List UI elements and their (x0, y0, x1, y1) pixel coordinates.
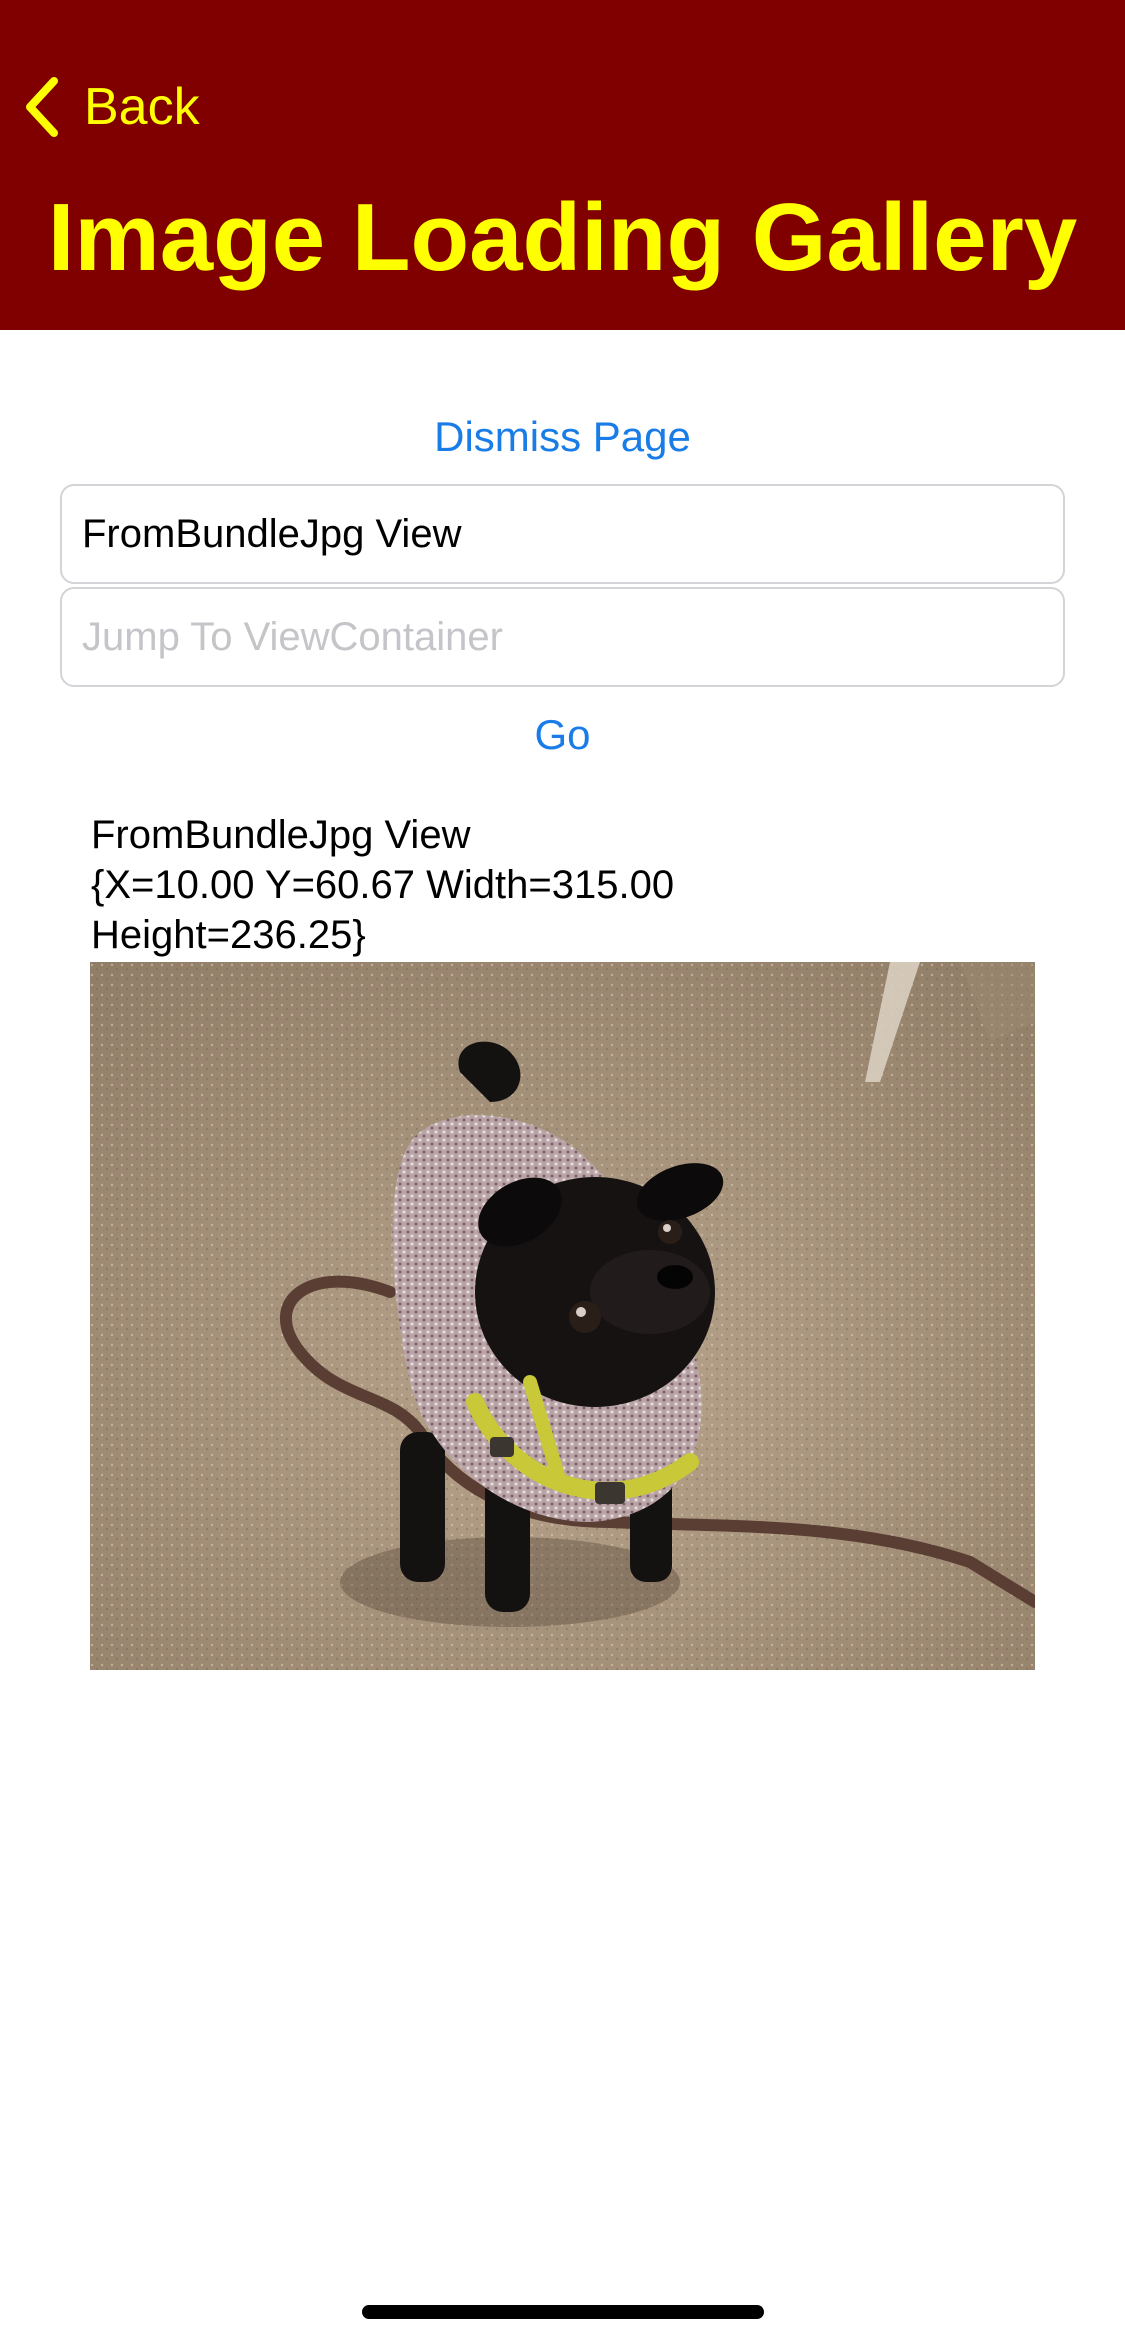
view-info: FromBundleJpg View {X=10.00 Y=60.67 Widt… (91, 810, 1051, 960)
navigation-bar: Back Image Loading Gallery (0, 0, 1125, 330)
page: Back Image Loading Gallery Dismiss Page … (0, 0, 1125, 2346)
view-info-name: FromBundleJpg View (91, 813, 471, 857)
jump-to-view-placeholder: Jump To ViewContainer (82, 614, 503, 659)
back-button[interactable]: Back (24, 72, 200, 142)
view-name-value: FromBundleJpg View (82, 511, 462, 556)
pug-photo (90, 962, 1035, 1670)
view-info-height: Height=236.25} (91, 913, 366, 957)
view-name-field[interactable]: FromBundleJpg View (60, 484, 1065, 584)
dismiss-page-button[interactable]: Dismiss Page (0, 416, 1125, 458)
pug-photo-illustration (90, 962, 1035, 1670)
home-indicator[interactable] (362, 2305, 764, 2319)
back-label: Back (84, 78, 200, 136)
chevron-left-icon (26, 77, 58, 137)
page-title: Image Loading Gallery (47, 184, 1078, 291)
go-button[interactable]: Go (0, 714, 1125, 756)
view-info-bounds: {X=10.00 Y=60.67 Width=315.00 (91, 863, 675, 907)
jump-to-view-input[interactable]: Jump To ViewContainer (60, 587, 1065, 687)
